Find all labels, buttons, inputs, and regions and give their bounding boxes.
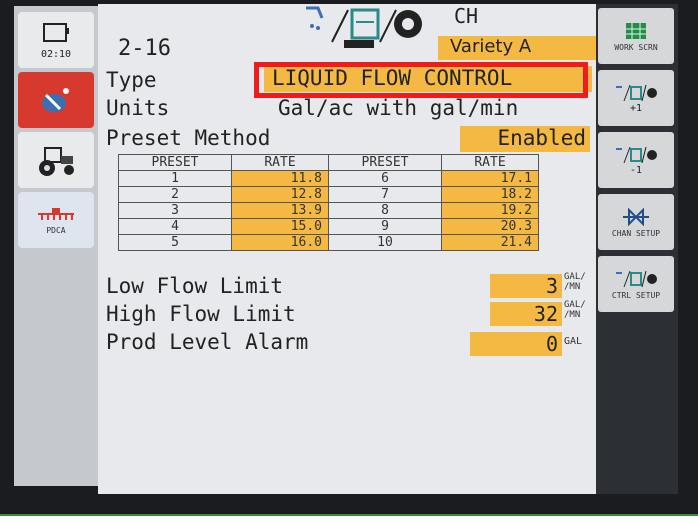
type-label: Type <box>106 68 157 92</box>
preset-rate[interactable]: 18.2 <box>441 186 539 203</box>
preset-col-header: PRESET <box>118 154 232 171</box>
high-flow-label: High Flow Limit <box>106 302 296 326</box>
table-row: 2 12.8 7 18.2 <box>118 186 539 203</box>
preset-table: PRESET RATE PRESET RATE 1 11.8 6 17.1 2 … <box>118 154 539 251</box>
bottom-border <box>0 514 698 524</box>
work-screen-button[interactable]: WORK SCRN <box>598 8 674 64</box>
preset-method-value[interactable]: Enabled <box>460 126 590 152</box>
preset-number: 2 <box>118 186 232 203</box>
ctrl-setup-button[interactable]: CTRL SETUP <box>598 256 674 312</box>
main-panel: 2-16 CH Variety A Type LIQUID FLOW CONTR… <box>98 4 600 494</box>
selection-highlight <box>254 62 588 98</box>
chan-setup-button[interactable]: CHAN SETUP <box>598 194 674 250</box>
preset-rate[interactable]: 13.9 <box>231 202 329 219</box>
preset-method-label: Preset Method <box>106 126 271 150</box>
preset-number: 5 <box>118 234 232 251</box>
preset-number: 6 <box>328 170 442 187</box>
preset-number: 8 <box>328 202 442 219</box>
left-sidebar: 02:10 PDCA <box>14 6 98 486</box>
channel-label: CH <box>454 4 479 28</box>
preset-number: 7 <box>328 186 442 203</box>
work-screen-label: WORK SCRN <box>614 42 658 52</box>
satellite-icon <box>42 88 69 112</box>
preset-col-header: PRESET <box>328 154 442 171</box>
low-flow-label: Low Flow Limit <box>106 274 284 298</box>
preset-rate[interactable]: 15.0 <box>231 218 329 235</box>
low-flow-unit: GAL/ /MN <box>564 272 586 292</box>
table-row: 3 13.9 8 19.2 <box>118 202 539 219</box>
gps-button[interactable] <box>18 72 94 128</box>
unit-top: GAL/ <box>564 300 586 310</box>
clock: 02:10 <box>40 48 72 60</box>
alarm-value[interactable]: 0 <box>470 332 562 356</box>
right-sidebar: WORK SCRN +1 -1 CHAN SETUP CTRL SETUP <box>596 4 678 494</box>
rate-col-header: RATE <box>441 154 539 171</box>
preset-rate[interactable]: 21.4 <box>441 234 539 251</box>
pdca-button[interactable]: PDCA <box>18 192 94 248</box>
low-flow-value[interactable]: 3 <box>490 274 562 298</box>
product-icon <box>616 84 657 101</box>
units-value[interactable]: Gal/ac with gal/min <box>278 96 518 120</box>
high-flow-value[interactable]: 32 <box>490 302 562 326</box>
preset-rate[interactable]: 11.8 <box>231 170 329 187</box>
monitor-icon <box>43 22 69 42</box>
minus-one-label: -1 <box>629 164 643 176</box>
unit-bottom: /MN <box>564 310 581 320</box>
preset-number: 3 <box>118 202 232 219</box>
pdca-label: PDCA <box>46 225 66 235</box>
product-minus-button[interactable]: -1 <box>598 132 674 188</box>
preset-rate[interactable]: 20.3 <box>441 218 539 235</box>
display-frame: 02:10 PDCA 2-16 CH Variety A Type LIQUID… <box>0 0 698 522</box>
preset-number: 4 <box>118 218 232 235</box>
preset-number: 9 <box>328 218 442 235</box>
units-label: Units <box>106 96 170 120</box>
preset-number: 1 <box>118 170 232 187</box>
preset-rate[interactable]: 17.1 <box>441 170 539 187</box>
valve-icon <box>623 207 649 226</box>
rate-col-header: RATE <box>231 154 329 171</box>
variety-field[interactable]: Variety A <box>438 36 600 60</box>
alarm-unit: GAL <box>564 336 583 347</box>
preset-rate[interactable]: 12.8 <box>231 186 329 203</box>
high-flow-unit: GAL/ /MN <box>564 300 586 320</box>
spray-tank-icon <box>306 6 422 48</box>
unit-bottom: /MN <box>564 282 581 292</box>
preset-table-header: PRESET RATE PRESET RATE <box>118 154 539 171</box>
preset-rate[interactable]: 16.0 <box>231 234 329 251</box>
chan-setup-label: CHAN SETUP <box>611 228 661 238</box>
sprayer-boom-icon <box>38 207 74 220</box>
vehicle-button[interactable] <box>18 132 94 188</box>
page-title: 2-16 <box>118 36 171 61</box>
tractor-icon <box>39 147 74 176</box>
table-row: 5 16.0 10 21.4 <box>118 234 539 251</box>
product-icon <box>616 146 657 163</box>
product-icon <box>616 270 657 287</box>
plus-one-label: +1 <box>629 102 643 114</box>
table-row: 4 15.0 9 20.3 <box>118 218 539 235</box>
home-button[interactable]: 02:10 <box>18 12 94 68</box>
preset-number: 10 <box>328 234 442 251</box>
ctrl-setup-label: CTRL SETUP <box>611 290 661 300</box>
alarm-label: Prod Level Alarm <box>106 330 309 354</box>
product-plus-button[interactable]: +1 <box>598 70 674 126</box>
product-header-icons <box>304 4 434 48</box>
preset-rate[interactable]: 19.2 <box>441 202 539 219</box>
unit-top: GAL/ <box>564 272 586 282</box>
table-row: 1 11.8 6 17.1 <box>118 170 539 187</box>
grid-screen-icon <box>626 22 646 39</box>
